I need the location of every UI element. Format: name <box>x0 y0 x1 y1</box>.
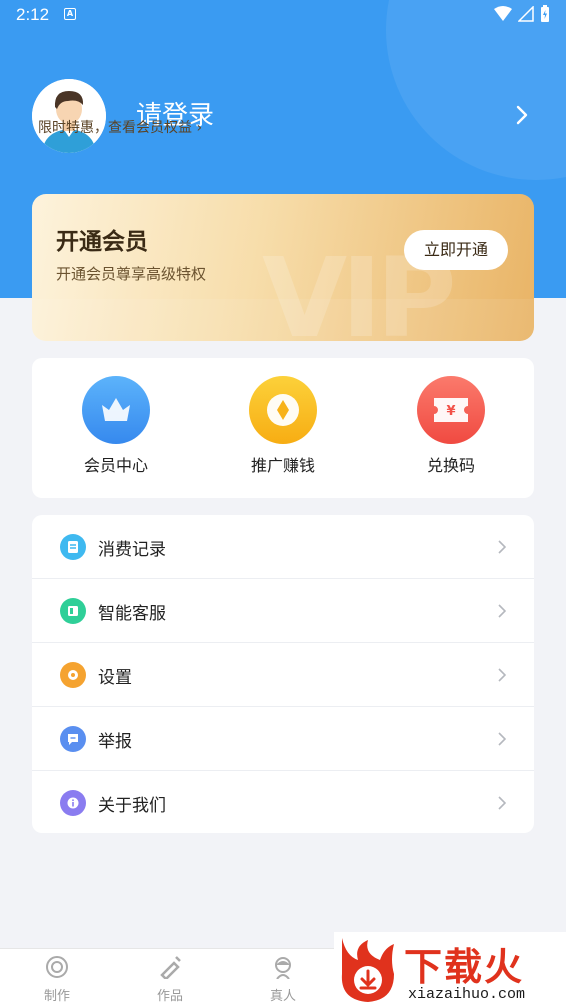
avatar[interactable] <box>32 79 106 153</box>
crown-icon <box>82 376 150 444</box>
signal-icon <box>518 6 534 22</box>
notification-icon: A <box>64 8 76 20</box>
menu-label: 智能客服 <box>98 604 166 624</box>
vip-benefits-link[interactable]: 限时特惠，查看会员权益 › <box>38 117 202 137</box>
chevron-right-icon <box>498 796 506 810</box>
member-center-button[interactable]: 会员中心 <box>61 376 171 476</box>
info-icon <box>60 790 86 816</box>
menu-label: 关于我们 <box>98 796 166 816</box>
chevron-right-icon <box>498 732 506 746</box>
chevron-right-icon <box>498 668 506 682</box>
tab-label: 作品 <box>156 989 183 1004</box>
menu-list: 消费记录 智能客服 设置 举报 关于我们 <box>32 515 534 833</box>
vip-open-button[interactable]: 立即开通 <box>404 230 508 270</box>
quick-label: 会员中心 <box>83 456 148 475</box>
tab-label: 制作 <box>43 989 70 1004</box>
vip-card[interactable]: VIP 开通会员 开通会员尊享高级特权 立即开通 <box>32 194 534 341</box>
gear-icon <box>60 662 86 688</box>
battery-icon <box>541 5 549 22</box>
status-time: 2:12 <box>16 5 50 24</box>
chevron-right-icon <box>498 540 506 554</box>
make-icon <box>46 956 68 978</box>
menu-label: 消费记录 <box>98 540 166 560</box>
vip-card-footer <box>32 299 534 341</box>
quick-label: 推广赚钱 <box>250 456 315 475</box>
vip-title: 开通会员 <box>56 229 148 255</box>
ticket-icon: ¥ <box>417 376 485 444</box>
report-icon <box>60 726 86 752</box>
person-icon <box>275 957 291 980</box>
tab-person[interactable]: 真人 <box>253 955 313 1004</box>
menu-item-purchase-history[interactable]: 消费记录 <box>32 515 534 579</box>
menu-item-about-us[interactable]: 关于我们 <box>32 771 534 833</box>
chevron-right-icon <box>498 604 506 618</box>
quick-label: 兑换码 <box>426 456 475 475</box>
svg-text:¥: ¥ <box>446 404 455 419</box>
menu-item-smart-service[interactable]: 智能客服 <box>32 579 534 643</box>
receipt-icon <box>60 534 86 560</box>
menu-label: 举报 <box>98 732 132 752</box>
service-icon <box>60 598 86 624</box>
tab-make[interactable]: 制作 <box>27 955 87 1004</box>
works-icon <box>160 956 181 981</box>
menu-item-report[interactable]: 举报 <box>32 707 534 771</box>
status-icons <box>494 5 550 23</box>
watermark-text: 下载火 <box>404 945 525 989</box>
menu-item-settings[interactable]: 设置 <box>32 643 534 707</box>
site-watermark-logo: 下载火 xiazaihuo.com <box>334 932 566 1008</box>
quick-actions-card: 会员中心 推广赚钱 ¥ 兑换码 <box>32 358 534 498</box>
status-bar: 2:12 A <box>0 0 566 30</box>
wifi-icon <box>494 6 512 21</box>
flame-download-icon <box>341 938 394 1002</box>
menu-label: 设置 <box>98 668 132 688</box>
promote-earn-button[interactable]: 推广赚钱 <box>228 376 338 476</box>
watermark-url: xiazaihuo.com <box>408 986 526 1003</box>
vip-subtitle: 开通会员尊享高级特权 <box>56 265 207 283</box>
chevron-right-icon[interactable] <box>516 105 528 125</box>
tab-label: 真人 <box>269 989 296 1004</box>
redeem-code-button[interactable]: ¥ 兑换码 <box>396 376 506 476</box>
tab-works[interactable]: 作品 <box>140 955 200 1004</box>
coin-icon <box>249 376 317 444</box>
avatar-icon <box>32 79 106 153</box>
